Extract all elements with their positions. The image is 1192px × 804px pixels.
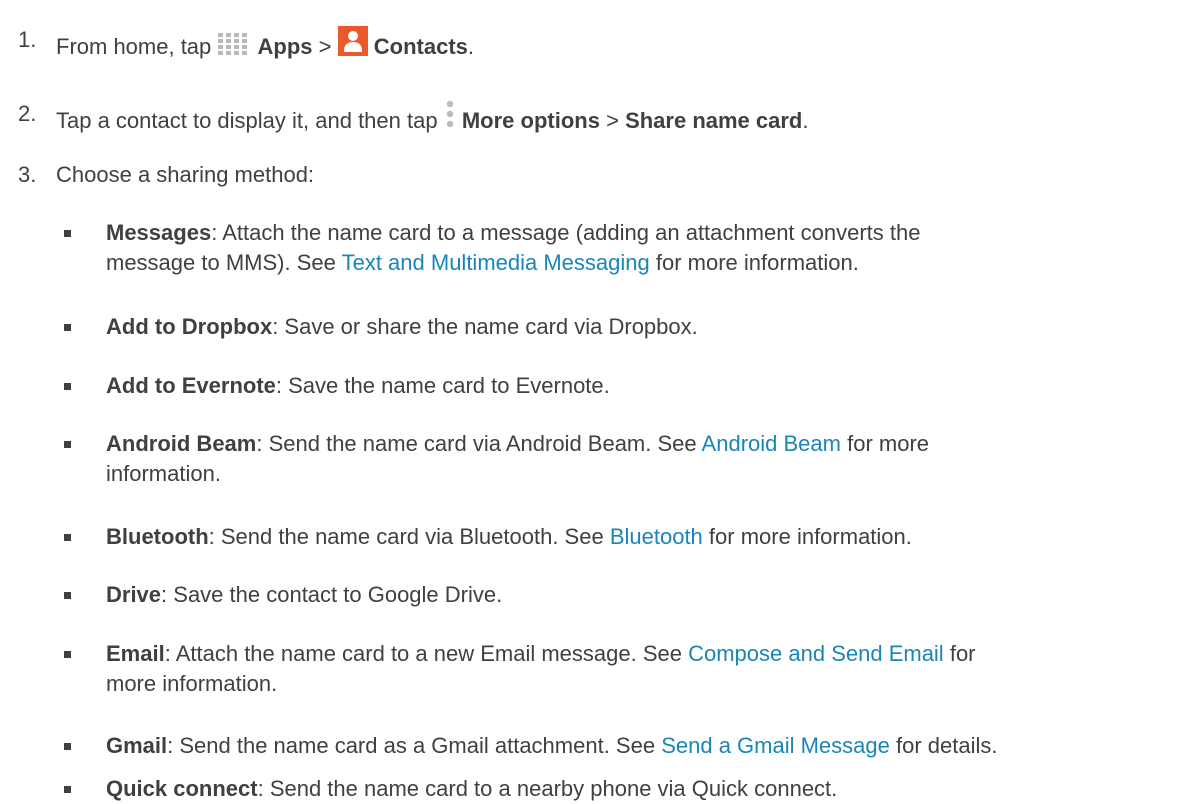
step-end: .	[802, 108, 809, 133]
method-name: Add to Dropbox	[106, 314, 273, 339]
text-and-multimedia-messaging-link[interactable]: Text and Multimedia Messaging	[342, 250, 650, 275]
bullet-marker	[64, 592, 71, 599]
step-text: Choose a sharing method:	[56, 162, 315, 187]
method-desc: for details.	[896, 733, 998, 758]
method-desc: : Save or share the name card via Dropbo…	[272, 314, 698, 339]
bluetooth-link[interactable]: Bluetooth	[610, 524, 703, 549]
list-item-text: Android Beam: Send the name card via And…	[106, 429, 1186, 489]
step-text: From home, tap Apps > Contacts.	[56, 26, 474, 63]
method-desc: for more	[847, 431, 930, 456]
bullet-marker	[64, 743, 71, 750]
document: 1. From home, tap Apps > Contacts. 2. Ta…	[0, 0, 1192, 804]
method-name: Messages	[106, 220, 212, 245]
list-item-text: Messages: Attach the name card to a mess…	[106, 218, 1186, 278]
share-name-card-label: Share name card	[625, 108, 803, 133]
contacts-icon	[337, 26, 368, 63]
step-text: Tap a contact to display it, and then ta…	[56, 100, 809, 137]
separator: >	[318, 34, 332, 59]
bullet-marker	[64, 651, 71, 658]
send-a-gmail-message-link[interactable]: Send a Gmail Message	[661, 733, 890, 758]
bullet-marker	[64, 383, 71, 390]
step-end: .	[467, 34, 475, 59]
separator: >	[606, 108, 619, 133]
bullet-marker	[64, 441, 71, 448]
method-name: Gmail	[106, 733, 168, 758]
method-name: Android Beam	[106, 431, 257, 456]
method-name: Bluetooth	[106, 524, 209, 549]
step-number: 1.	[18, 27, 37, 52]
method-desc: more information.	[106, 671, 278, 696]
apps-grid-icon	[217, 32, 251, 63]
bullet-marker	[64, 534, 71, 541]
list-item-text: Add to Evernote: Save the name card to E…	[106, 371, 1186, 401]
list-item-text: Quick connect: Send the name card to a n…	[106, 774, 1186, 804]
list-item-text: Drive: Save the contact to Google Drive.	[106, 580, 1186, 610]
method-name: Email	[106, 641, 165, 666]
method-desc: : Send the name card to a nearby phone v…	[257, 776, 838, 801]
list-item-text: Bluetooth: Send the name card via Blueto…	[106, 522, 1186, 552]
list-item-text: Email: Attach the name card to a new Ema…	[106, 639, 1186, 699]
list-item-text: Gmail: Send the name card as a Gmail att…	[106, 731, 1186, 761]
method-name: Quick connect	[106, 776, 258, 801]
method-desc: for more information.	[655, 250, 859, 275]
method-desc: : Send the name card via Android Beam. S…	[256, 431, 697, 456]
method-desc: : Save the name card to Evernote.	[275, 373, 610, 398]
more-options-icon	[444, 100, 456, 137]
method-desc: : Save the contact to Google Drive.	[161, 582, 503, 607]
method-desc: for	[949, 641, 976, 666]
step-text-part: Tap a contact to display it, and then ta…	[56, 108, 438, 133]
more-options-label: More options	[461, 108, 600, 133]
method-desc: : Attach the name card to a new Email me…	[164, 641, 682, 666]
bullet-marker	[64, 324, 71, 331]
method-desc: information.	[106, 461, 221, 486]
method-desc: : Send the name card as a Gmail attachme…	[167, 733, 656, 758]
android-beam-link[interactable]: Android Beam	[702, 431, 841, 456]
method-name: Add to Evernote	[106, 373, 276, 398]
apps-label: Apps	[257, 34, 313, 59]
step-text-part: From home, tap	[56, 34, 212, 59]
list-item-text: Add to Dropbox: Save or share the name c…	[106, 312, 1186, 342]
step-number: 3.	[18, 162, 37, 187]
method-name: Drive	[106, 582, 162, 607]
bullet-marker	[64, 230, 71, 237]
method-desc: : Attach the name card to a message (add…	[211, 220, 921, 245]
compose-and-send-email-link[interactable]: Compose and Send Email	[688, 641, 944, 666]
step-number: 2.	[18, 101, 37, 126]
method-desc: for more information.	[708, 524, 912, 549]
method-desc: : Send the name card via Bluetooth. See	[208, 524, 604, 549]
contacts-label: Contacts	[373, 34, 468, 59]
method-desc: message to MMS). See	[106, 250, 336, 275]
bullet-marker	[64, 786, 71, 793]
